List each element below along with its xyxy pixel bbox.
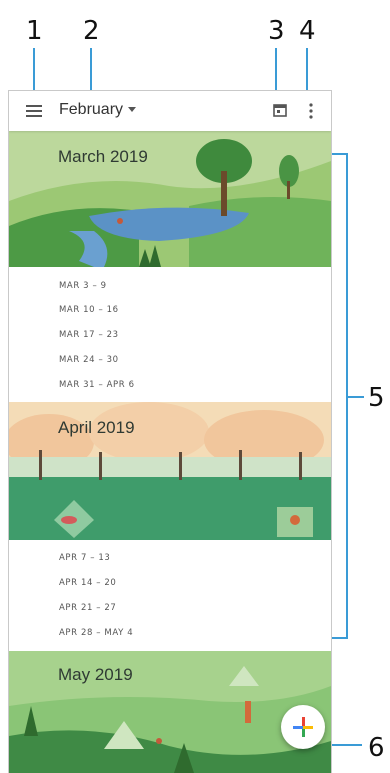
month-title-april: April 2019 xyxy=(58,418,135,437)
callout-5: 5 xyxy=(368,383,385,413)
menu-icon[interactable] xyxy=(26,105,42,117)
add-event-button[interactable] xyxy=(281,705,325,749)
april-banner[interactable]: April 2019 xyxy=(9,402,331,540)
app-bar: February xyxy=(9,91,331,131)
callout-1: 1 xyxy=(26,16,43,46)
month-selector[interactable]: February xyxy=(59,101,137,119)
week-row[interactable]: MAR 3 – 9 xyxy=(59,281,107,291)
callout-3: 3 xyxy=(268,16,285,46)
month-title-may: May 2019 xyxy=(58,665,133,684)
week-row[interactable]: APR 14 – 20 xyxy=(59,578,116,588)
callout-6: 6 xyxy=(368,733,385,763)
calendar-today-icon[interactable] xyxy=(273,103,287,117)
callout-2: 2 xyxy=(83,16,100,46)
week-row[interactable]: MAR 17 – 23 xyxy=(59,330,119,340)
callout-bracket-5-tick xyxy=(346,396,364,398)
dropdown-caret-icon xyxy=(128,107,137,113)
plus-icon xyxy=(293,717,313,737)
more-vert-icon[interactable] xyxy=(309,103,313,119)
month-title-march: March 2019 xyxy=(58,147,148,166)
week-row[interactable]: APR 28 – MAY 4 xyxy=(59,628,133,638)
phone-screen: February March 2019 MAR 3 – 9 MAR 10 – 1… xyxy=(8,90,332,773)
week-row[interactable]: MAR 24 – 30 xyxy=(59,355,119,365)
week-row[interactable]: APR 21 – 27 xyxy=(59,603,116,613)
march-banner[interactable]: March 2019 xyxy=(9,131,331,267)
month-label: February xyxy=(59,101,124,118)
week-row[interactable]: MAR 31 – APR 6 xyxy=(59,380,135,390)
week-row[interactable]: APR 7 – 13 xyxy=(59,553,110,563)
callout-4: 4 xyxy=(299,16,316,46)
week-row[interactable]: MAR 10 – 16 xyxy=(59,305,119,315)
